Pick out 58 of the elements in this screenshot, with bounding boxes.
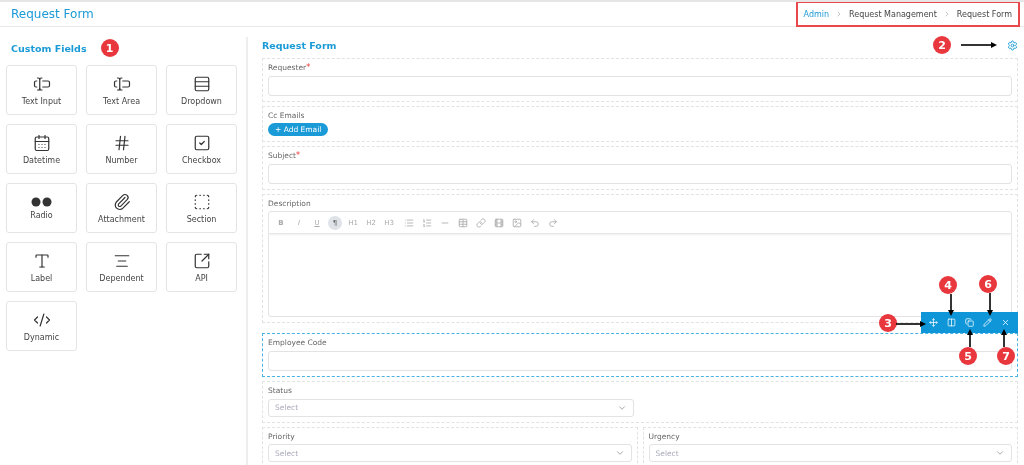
arrow xyxy=(966,329,974,348)
field-type-tile[interactable]: Number xyxy=(86,124,157,174)
radio-dots-icon xyxy=(30,196,53,207)
callout-number: 1 xyxy=(100,39,119,57)
field-type-tile[interactable]: API xyxy=(166,242,237,292)
field-type-tile[interactable]: Text Input xyxy=(6,65,77,115)
field-type-tile[interactable]: Text Area xyxy=(86,65,157,115)
dashed-square-icon xyxy=(192,192,211,211)
paperclip-icon xyxy=(112,192,131,211)
field-type-tile[interactable]: Label xyxy=(6,242,77,292)
field-type-tile[interactable]: Datetime xyxy=(6,124,77,174)
field-type-tile[interactable]: Dynamic xyxy=(6,301,77,351)
external-link-icon xyxy=(192,251,211,270)
text-cursor-icon xyxy=(112,74,131,93)
callout-number: 6 xyxy=(979,275,997,294)
checked-box-icon xyxy=(192,133,211,152)
field-type-tile[interactable]: Radio xyxy=(6,183,77,233)
close-icon[interactable] xyxy=(1000,318,1010,328)
code-icon xyxy=(32,310,51,329)
breadcrumb-item: Request Management xyxy=(849,9,937,19)
callout-number: 2 xyxy=(933,36,951,54)
copy-icon[interactable] xyxy=(965,318,974,328)
field-type-tile[interactable]: Attachment xyxy=(86,183,157,233)
arrow xyxy=(986,293,994,317)
text-cursor-icon xyxy=(32,74,51,93)
arrow xyxy=(1000,329,1008,348)
arrow xyxy=(961,41,997,49)
breadcrumb-link[interactable]: Admin xyxy=(803,9,830,19)
columns-icon[interactable] xyxy=(947,318,957,328)
arrow xyxy=(896,320,926,329)
field-type-tile[interactable]: Checkbox xyxy=(166,124,237,174)
undo-icon[interactable] xyxy=(530,217,540,228)
callout-number: 3 xyxy=(879,314,897,333)
hash-icon xyxy=(112,133,131,152)
callout-number: 5 xyxy=(959,347,977,366)
image-icon[interactable] xyxy=(512,217,522,228)
field-type-tile[interactable]: Dropdown xyxy=(166,65,237,115)
callout-number: 7 xyxy=(997,347,1015,366)
move-icon[interactable] xyxy=(929,318,939,328)
link-icon[interactable] xyxy=(476,217,486,228)
table-icon[interactable] xyxy=(458,217,468,228)
edit-icon[interactable] xyxy=(982,318,992,328)
numbered-list-icon[interactable] xyxy=(422,217,432,228)
breadcrumb-item: Request Form xyxy=(956,9,1012,19)
section-title: Request Form xyxy=(262,39,337,51)
text-size-icon xyxy=(32,251,51,270)
field-type-tile[interactable]: Section xyxy=(166,183,237,233)
redo-icon[interactable] xyxy=(548,217,558,228)
video-icon[interactable] xyxy=(494,217,504,228)
bullet-list-icon[interactable] xyxy=(404,217,414,228)
callout-number: 4 xyxy=(939,276,957,295)
section-title: Custom Fields xyxy=(11,42,87,54)
arrow xyxy=(947,294,955,317)
settings-icon[interactable] xyxy=(1007,39,1018,51)
page-title: Request Form xyxy=(11,7,94,21)
calendar-icon xyxy=(32,133,51,152)
stacked-rows-icon xyxy=(192,74,211,93)
field-type-tile[interactable]: Dependent xyxy=(86,242,157,292)
